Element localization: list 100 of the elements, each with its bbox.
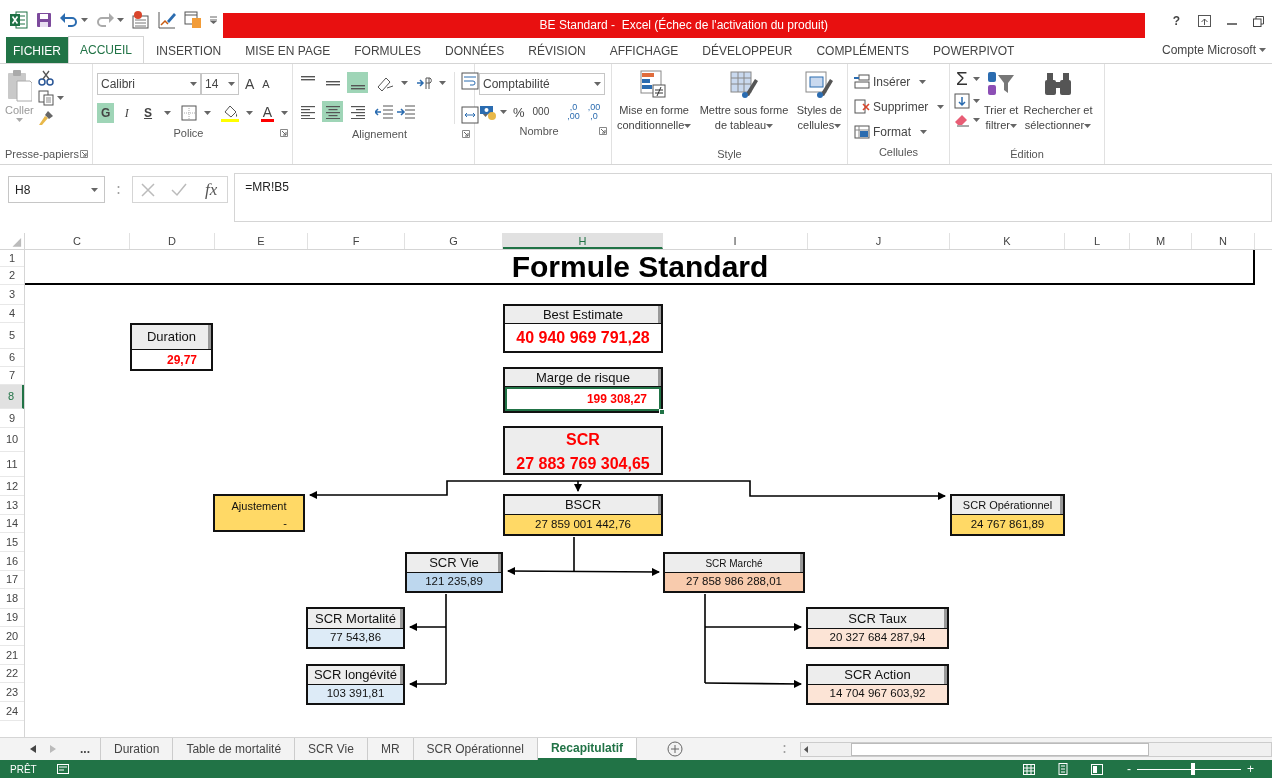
- currency-icon[interactable]: [479, 104, 497, 120]
- page-break-icon[interactable]: [1091, 763, 1103, 775]
- ribbon-tab[interactable]: FORMULES: [342, 37, 433, 63]
- caret-icon[interactable]: [163, 111, 171, 115]
- row-header[interactable]: 20: [0, 627, 24, 646]
- cells-button[interactable]: Insérer: [852, 71, 945, 92]
- column-header[interactable]: D: [130, 233, 215, 249]
- caret-icon[interactable]: [439, 80, 446, 85]
- scrollbar-thumb[interactable]: [851, 742, 1149, 756]
- fill-color-icon[interactable]: [220, 104, 239, 122]
- font-style-button[interactable]: I: [118, 103, 136, 123]
- row-header[interactable]: 19: [0, 609, 24, 627]
- row-header[interactable]: 5: [0, 323, 24, 349]
- page-layout-icon[interactable]: [1057, 763, 1069, 775]
- new-sheet-icon[interactable]: [666, 741, 683, 757]
- caret-icon[interactable]: [973, 118, 980, 122]
- wrap-text-icon[interactable]: [461, 72, 479, 90]
- caret-icon[interactable]: [228, 82, 235, 86]
- save-icon[interactable]: [36, 12, 52, 28]
- number-format-field[interactable]: Comptabilité: [479, 73, 605, 95]
- caret-icon[interactable]: [91, 187, 98, 192]
- zoom-in-button[interactable]: +: [1245, 762, 1256, 776]
- row-header[interactable]: 23: [0, 683, 24, 702]
- caret-icon[interactable]: [203, 111, 211, 115]
- caret-icon[interactable]: [1259, 48, 1266, 52]
- caret-icon[interactable]: [973, 99, 980, 103]
- row-header[interactable]: 1: [0, 250, 24, 267]
- dialog-launcher-icon[interactable]: [80, 150, 88, 158]
- grow-font-button[interactable]: A: [243, 76, 257, 92]
- style-button[interactable]: Mise en forme conditionnelle: [616, 68, 693, 144]
- row-header[interactable]: 13: [0, 496, 24, 515]
- row-header[interactable]: 12: [0, 477, 24, 496]
- ribbon-tab[interactable]: COMPLÉMENTS: [804, 37, 922, 63]
- customize-icon[interactable]: [210, 16, 217, 24]
- cells-button[interactable]: Supprimer: [852, 96, 945, 117]
- dialog-launcher-icon[interactable]: [462, 130, 470, 138]
- caret-icon[interactable]: [245, 111, 253, 115]
- window-form-icon[interactable]: [184, 11, 202, 29]
- column-header[interactable]: J: [808, 233, 950, 249]
- insert-function-button[interactable]: fx: [203, 180, 220, 199]
- caret-icon[interactable]: [81, 18, 88, 22]
- sheet-tab[interactable]: Recapitulatif: [537, 738, 637, 760]
- row-header[interactable]: 8: [0, 385, 24, 409]
- fill-handle[interactable]: [659, 409, 665, 415]
- style-button[interactable]: Styles de cellules: [795, 68, 843, 144]
- form-icon[interactable]: [132, 11, 150, 29]
- caret-icon[interactable]: [401, 80, 408, 85]
- font-style-button[interactable]: S: [139, 103, 157, 123]
- cells-button[interactable]: Format: [852, 121, 945, 142]
- ribbon-tab[interactable]: AFFICHAGE: [597, 37, 691, 63]
- row-header[interactable]: 14: [0, 515, 24, 533]
- ribbon-tab[interactable]: INSERTION: [144, 37, 234, 63]
- formula-field[interactable]: =MR!B5: [234, 173, 1272, 222]
- thousands-button[interactable]: 000: [530, 106, 552, 118]
- caret-icon[interactable]: [190, 82, 197, 86]
- column-header[interactable]: L: [1065, 233, 1130, 249]
- caret-icon[interactable]: [117, 18, 124, 22]
- row-header[interactable]: 15: [0, 533, 24, 552]
- font-size-field[interactable]: 14: [201, 73, 239, 95]
- column-header[interactable]: E: [215, 233, 308, 249]
- row-header[interactable]: 10: [0, 428, 24, 452]
- row-header[interactable]: 6: [0, 349, 24, 367]
- align-button[interactable]: [322, 101, 343, 122]
- style-button[interactable]: Mettre sous forme de tableau: [698, 68, 790, 144]
- format-painter-icon[interactable]: [37, 110, 54, 126]
- font-color-button[interactable]: A: [260, 104, 274, 122]
- ribbon-tab[interactable]: DONNÉES: [432, 37, 517, 63]
- row-header[interactable]: 3: [0, 285, 24, 305]
- row-header[interactable]: 9: [0, 409, 24, 428]
- name-box[interactable]: H8: [8, 176, 105, 203]
- shrink-font-button[interactable]: A: [260, 77, 272, 91]
- horizontal-scrollbar[interactable]: [800, 741, 1272, 757]
- row-header[interactable]: 22: [0, 665, 24, 683]
- normal-view-icon[interactable]: [1023, 763, 1035, 775]
- row-header[interactable]: 21: [0, 646, 24, 665]
- scroll-left-icon[interactable]: [30, 745, 36, 753]
- caret-icon[interactable]: [281, 111, 288, 115]
- ribbon-tab[interactable]: POWERPIVOT: [921, 37, 1027, 63]
- column-header[interactable]: M: [1130, 233, 1192, 249]
- column-header[interactable]: K: [950, 233, 1065, 249]
- ribbon-display-icon[interactable]: [1198, 15, 1211, 27]
- undo-icon[interactable]: [60, 13, 78, 27]
- row-header[interactable]: 17: [0, 571, 24, 589]
- font-name-field[interactable]: Calibri: [97, 73, 201, 95]
- row-header[interactable]: 4: [0, 305, 24, 323]
- percent-button[interactable]: %: [511, 104, 527, 120]
- text-direction-icon[interactable]: [416, 75, 432, 90]
- column-header[interactable]: C: [25, 233, 130, 249]
- help-button[interactable]: ?: [1170, 14, 1182, 28]
- align-button[interactable]: [347, 72, 368, 93]
- column-header[interactable]: N: [1192, 233, 1255, 249]
- ribbon-tab[interactable]: FICHIER: [6, 37, 68, 63]
- dialog-launcher-icon[interactable]: [280, 129, 288, 137]
- row-header[interactable]: 2: [0, 267, 24, 285]
- zoom-out-button[interactable]: -: [1125, 762, 1133, 776]
- decrease-indent-icon[interactable]: [375, 104, 393, 119]
- account-menu[interactable]: Compte Microsoft: [1159, 43, 1268, 57]
- caret-icon[interactable]: [56, 96, 64, 100]
- font-style-button[interactable]: G: [97, 103, 115, 123]
- fill-down-icon[interactable]: [954, 93, 970, 109]
